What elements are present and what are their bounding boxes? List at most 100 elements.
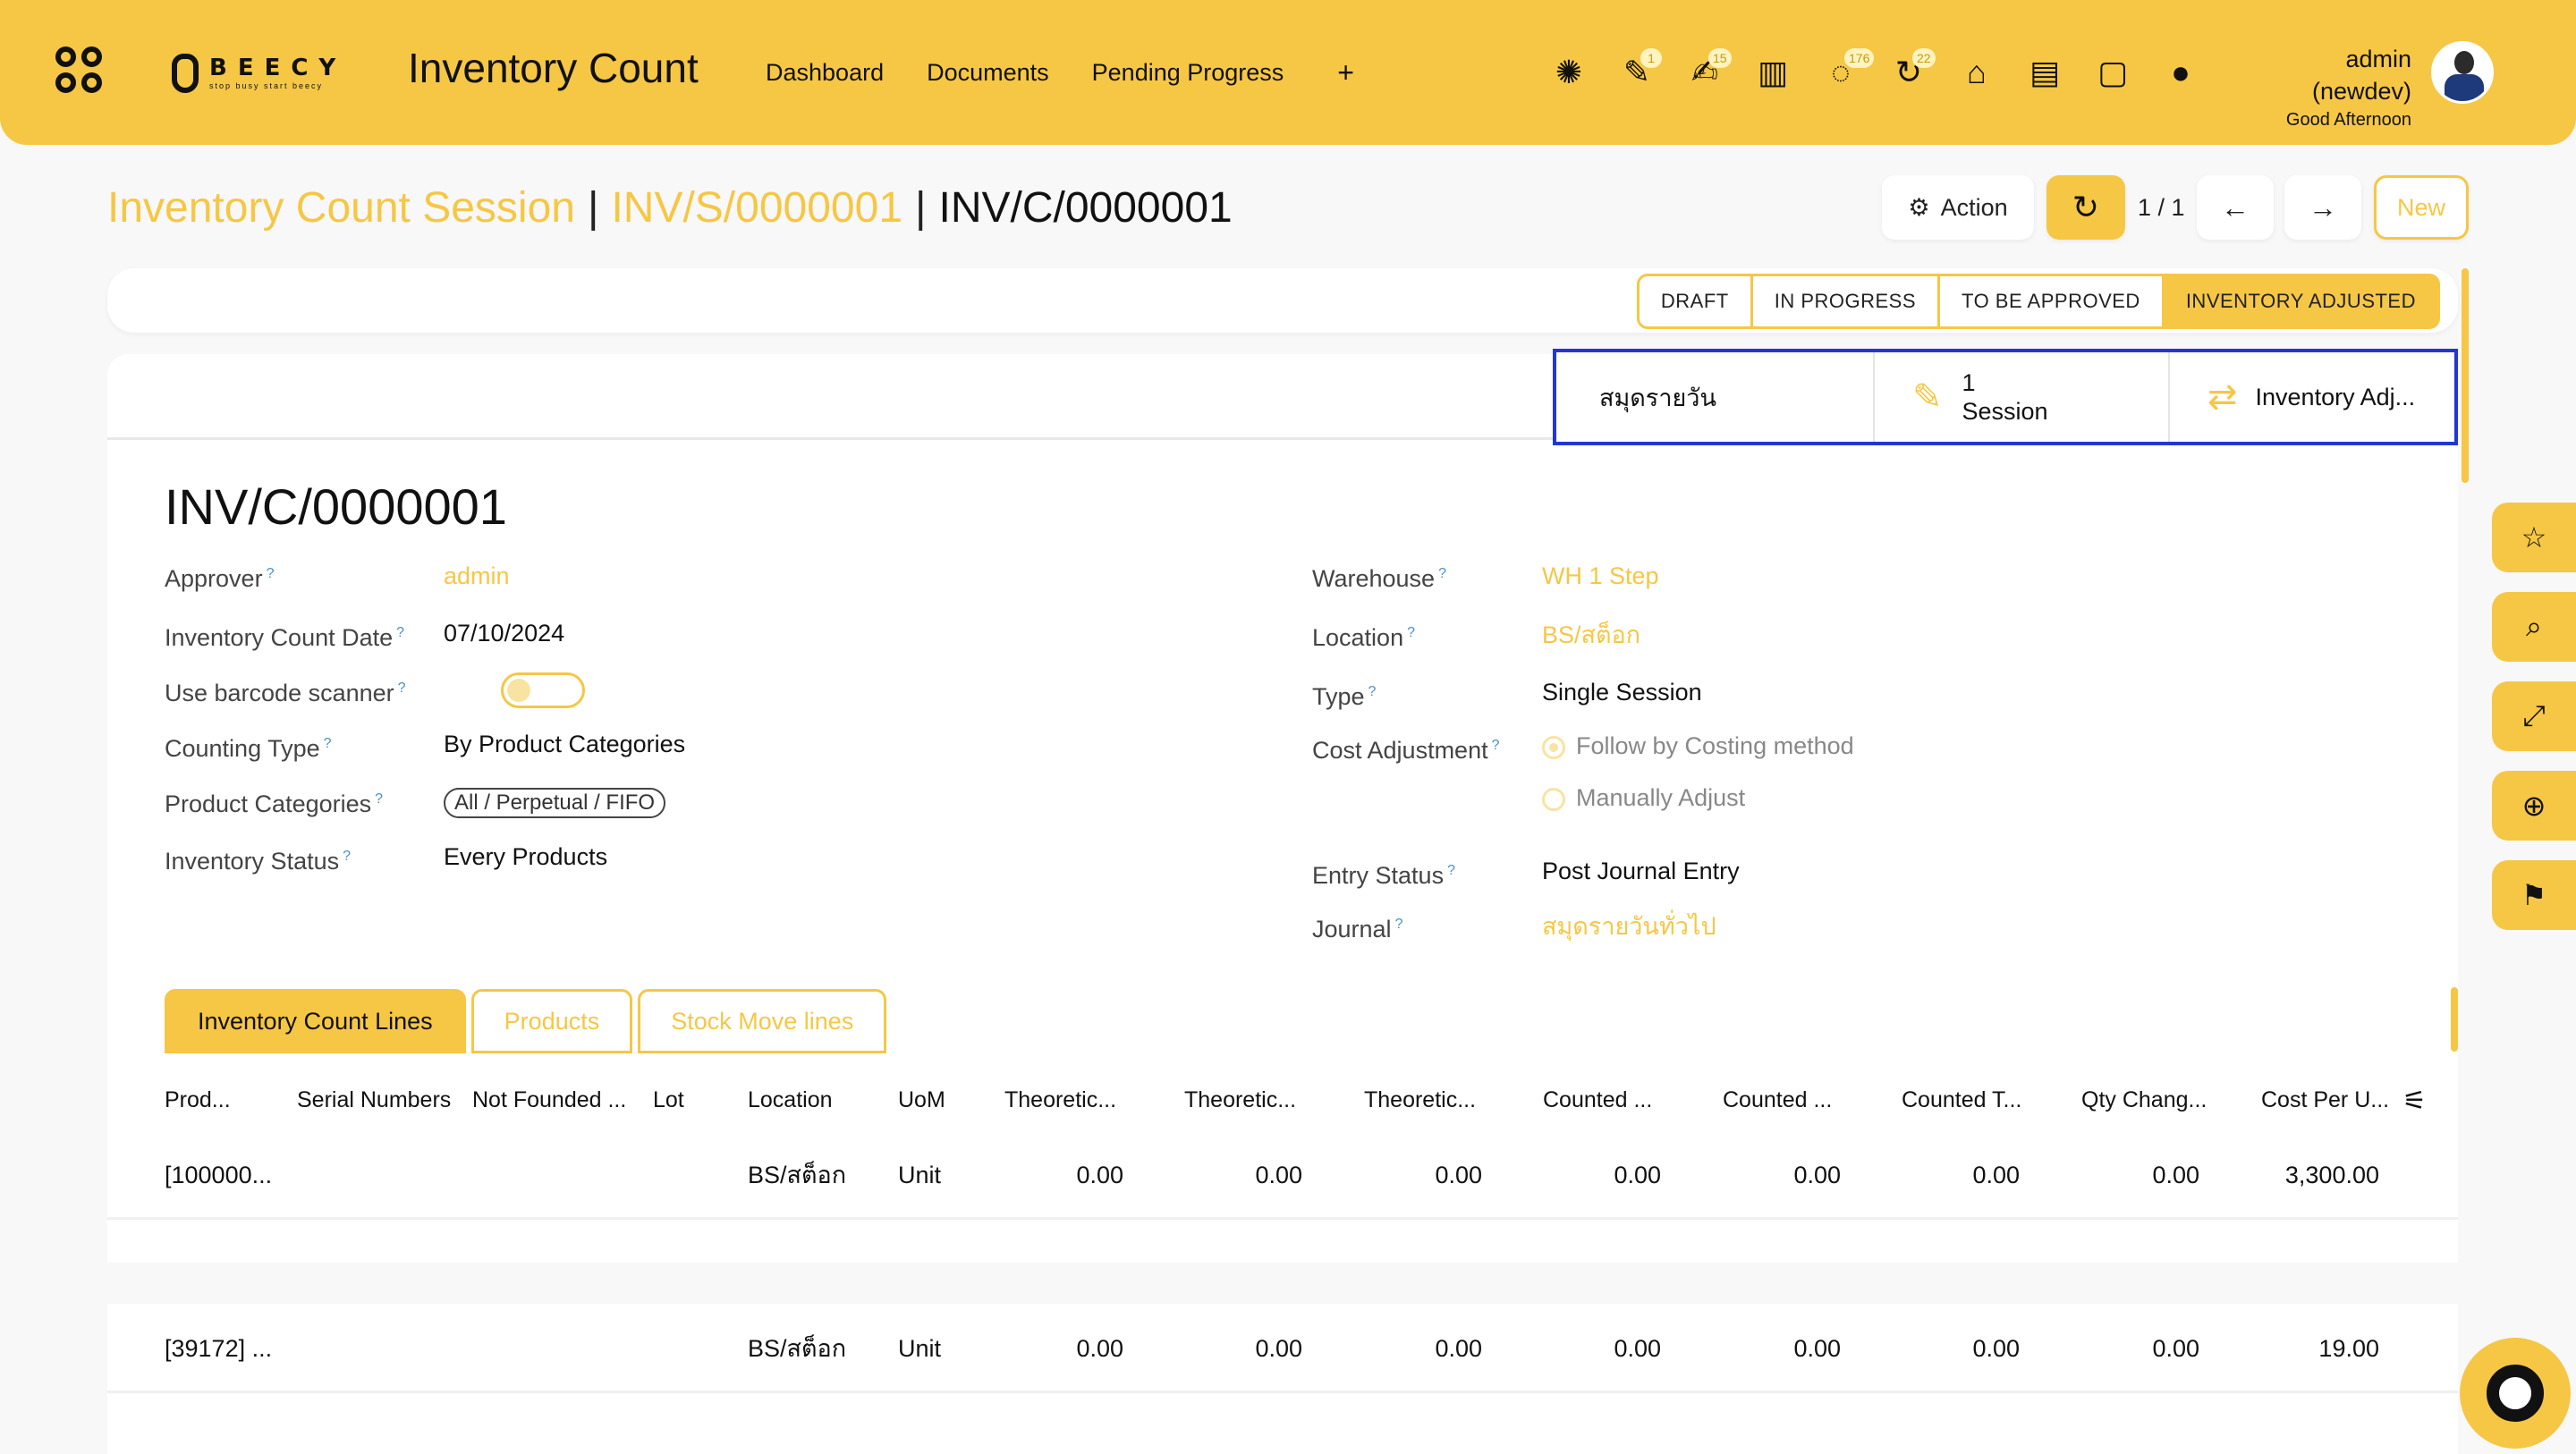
column-qty-change[interactable]: Qty Chang... [2081,1082,2207,1118]
inventory-status-value[interactable]: Every Products [444,841,607,873]
expand-icon[interactable]: ⤢ [2492,681,2576,751]
cell-counted-total: 0.00 [1972,1162,2020,1188]
avatar[interactable] [2431,41,2494,104]
column-settings-icon[interactable]: ⚟ [2402,1086,2427,1117]
session-label: Session [1962,398,2048,425]
column-cost-per-unit[interactable]: Cost Per U... [2261,1082,2389,1118]
history-icon[interactable]: ↻ 22 [1875,48,1943,95]
session-smart-button[interactable]: ✎ 1 Session [1875,352,2170,442]
column-product[interactable]: Prod... [165,1082,231,1118]
stage-in-progress[interactable]: IN PROGRESS [1750,274,1941,329]
table-row[interactable]: [39172] ... BS/สต็อก Unit 0.00 0.00 0.00… [107,1304,2458,1393]
breadcrumb-session-list[interactable]: Inventory Count Session [107,179,575,238]
barcode-icon[interactable]: ▥ [1739,50,1807,95]
table-header: Prod... Serial Numbers Not Founded ... L… [107,1082,2458,1127]
search-icon[interactable]: ⌕ [2492,592,2576,662]
barcode-scanner-toggle[interactable] [501,672,585,708]
breadcrumb-separator: | [915,184,927,232]
action-button[interactable]: ⚙ Action [1882,175,2034,240]
zoom-in-icon[interactable]: ⊕ [2492,771,2576,841]
beecy-logo[interactable]: BEECY stop busy start beecy [172,52,346,95]
counting-type-value[interactable]: By Product Categories [444,728,685,760]
nav-add-button[interactable]: + [1337,55,1354,89]
column-theoretical-2[interactable]: Theoretic... [1184,1082,1296,1118]
column-theoretical-3[interactable]: Theoretic... [1364,1082,1476,1118]
journal-value[interactable]: สมุดรายวันทั่วไป [1542,910,1716,943]
barcode-icon-glyph: ▥ [1757,54,1788,90]
paint-roller-icon[interactable]: ▤ [2011,50,2079,95]
cell-cost-per-unit: 3,300.00 [2284,1162,2379,1188]
edit-note-icon[interactable]: ✍ 15 [1671,48,1739,95]
lightbulb-icon[interactable]: ● [2147,50,2215,95]
cell-counted-2: 0.00 [1793,1335,1841,1362]
counting-type-label: Counting Type? [165,735,332,762]
new-button[interactable]: New [2374,175,2469,240]
nav-dashboard[interactable]: Dashboard [766,55,884,89]
chat-icon[interactable]: ◌ 176 [1807,48,1875,95]
tab-inventory-count-lines[interactable]: Inventory Count Lines [165,989,466,1053]
entry-status-value[interactable]: Post Journal Entry [1542,855,1740,887]
nav-pending-progress[interactable]: Pending Progress [1092,55,1284,89]
approver-value[interactable]: admin [444,560,510,592]
count-date-value[interactable]: 07/10/2024 [444,617,564,649]
column-counted-total[interactable]: Counted T... [1902,1082,2021,1118]
column-counted-1[interactable]: Counted ... [1543,1082,1652,1118]
location-value[interactable]: BS/สต็อก [1542,619,1640,651]
cell-qty-change: 0.00 [2152,1335,2199,1362]
stage-inventory-adjusted[interactable]: INVENTORY ADJUSTED [2161,274,2440,329]
column-location[interactable]: Location [748,1082,833,1118]
cost-option-follow-costing[interactable]: Follow by Costing method [1542,730,1854,762]
paint-roller-icon-glyph: ▤ [2029,54,2060,90]
column-serial-numbers[interactable]: Serial Numbers [297,1082,451,1118]
notification-badge: 22 [1912,48,1936,68]
cell-theoretical-3: 0.00 [1435,1162,1482,1188]
radio-unselected[interactable] [1542,787,1565,811]
nav-documents[interactable]: Documents [927,55,1049,89]
column-uom[interactable]: UoM [898,1082,945,1118]
tab-products[interactable]: Products [470,989,633,1053]
refresh-button[interactable]: ↻ [2046,175,2125,240]
bookmark-icon[interactable]: ⚑ [2492,860,2576,930]
pencil-icon[interactable]: ✎ 1 [1603,48,1671,95]
warehouse-value[interactable]: WH 1 Step [1542,560,1659,592]
star-icon[interactable]: ☆ [2492,503,2576,572]
logo-mark [172,54,199,93]
bug-icon[interactable]: ✺ [1535,50,1603,95]
bank-icon[interactable]: ⌂ [1943,50,2011,95]
approver-label: Approver? [165,565,275,592]
journal-smart-button[interactable]: สมุดรายวัน [1556,352,1875,442]
column-not-founded[interactable]: Not Founded ... [472,1082,626,1118]
stage-to-be-approved[interactable]: TO BE APPROVED [1937,274,2165,329]
next-record-button[interactable]: → [2284,175,2361,240]
product-categories-field[interactable]: All / Perpetual / FIFO [444,785,666,818]
apps-grid-icon[interactable] [55,46,102,93]
breadcrumb-separator: | [587,184,599,232]
user-info[interactable]: admin (newdev) Good Afternoon [2240,43,2411,132]
list-scrollbar[interactable] [2451,987,2458,1052]
bug-icon-glyph: ✺ [1555,54,1583,90]
category-tag[interactable]: All / Perpetual / FIFO [444,788,666,818]
inventory-adjustment-smart-button[interactable]: ⇄ Inventory Adj... [2170,352,2454,442]
cost-option-manual[interactable]: Manually Adjust [1542,782,1745,814]
notification-badge: 15 [1708,48,1732,68]
cell-qty-change: 0.00 [2152,1162,2199,1188]
tab-stock-move-lines[interactable]: Stock Move lines [638,989,887,1053]
column-counted-2[interactable]: Counted ... [1723,1082,1832,1118]
cell-cost-per-unit: 19.00 [2318,1335,2379,1362]
column-theoretical-1[interactable]: Theoretic... [1004,1082,1116,1118]
sticky-note-icon[interactable]: ▢ [2079,50,2147,95]
table-row[interactable]: [100000... BS/สต็อก Unit 0.00 0.00 0.00 … [107,1130,2458,1220]
breadcrumb-session[interactable]: INV/S/0000001 [611,179,902,238]
type-value[interactable]: Single Session [1542,676,1702,708]
radio-selected[interactable] [1542,735,1565,759]
bank-icon-glyph: ⌂ [1967,54,1987,90]
status-bar: DRAFT IN PROGRESS TO BE APPROVED INVENTO… [107,268,2458,333]
vertical-scrollbar[interactable] [2462,268,2469,483]
inventory-status-label: Inventory Status? [165,848,352,875]
stage-draft[interactable]: DRAFT [1636,274,1753,329]
previous-record-button[interactable]: ← [2197,175,2274,240]
gear-icon: ⚙ [1908,193,1930,221]
help-button[interactable] [2460,1338,2571,1449]
column-lot[interactable]: Lot [653,1082,684,1118]
pager-counter[interactable]: 1 / 1 [2138,190,2185,225]
